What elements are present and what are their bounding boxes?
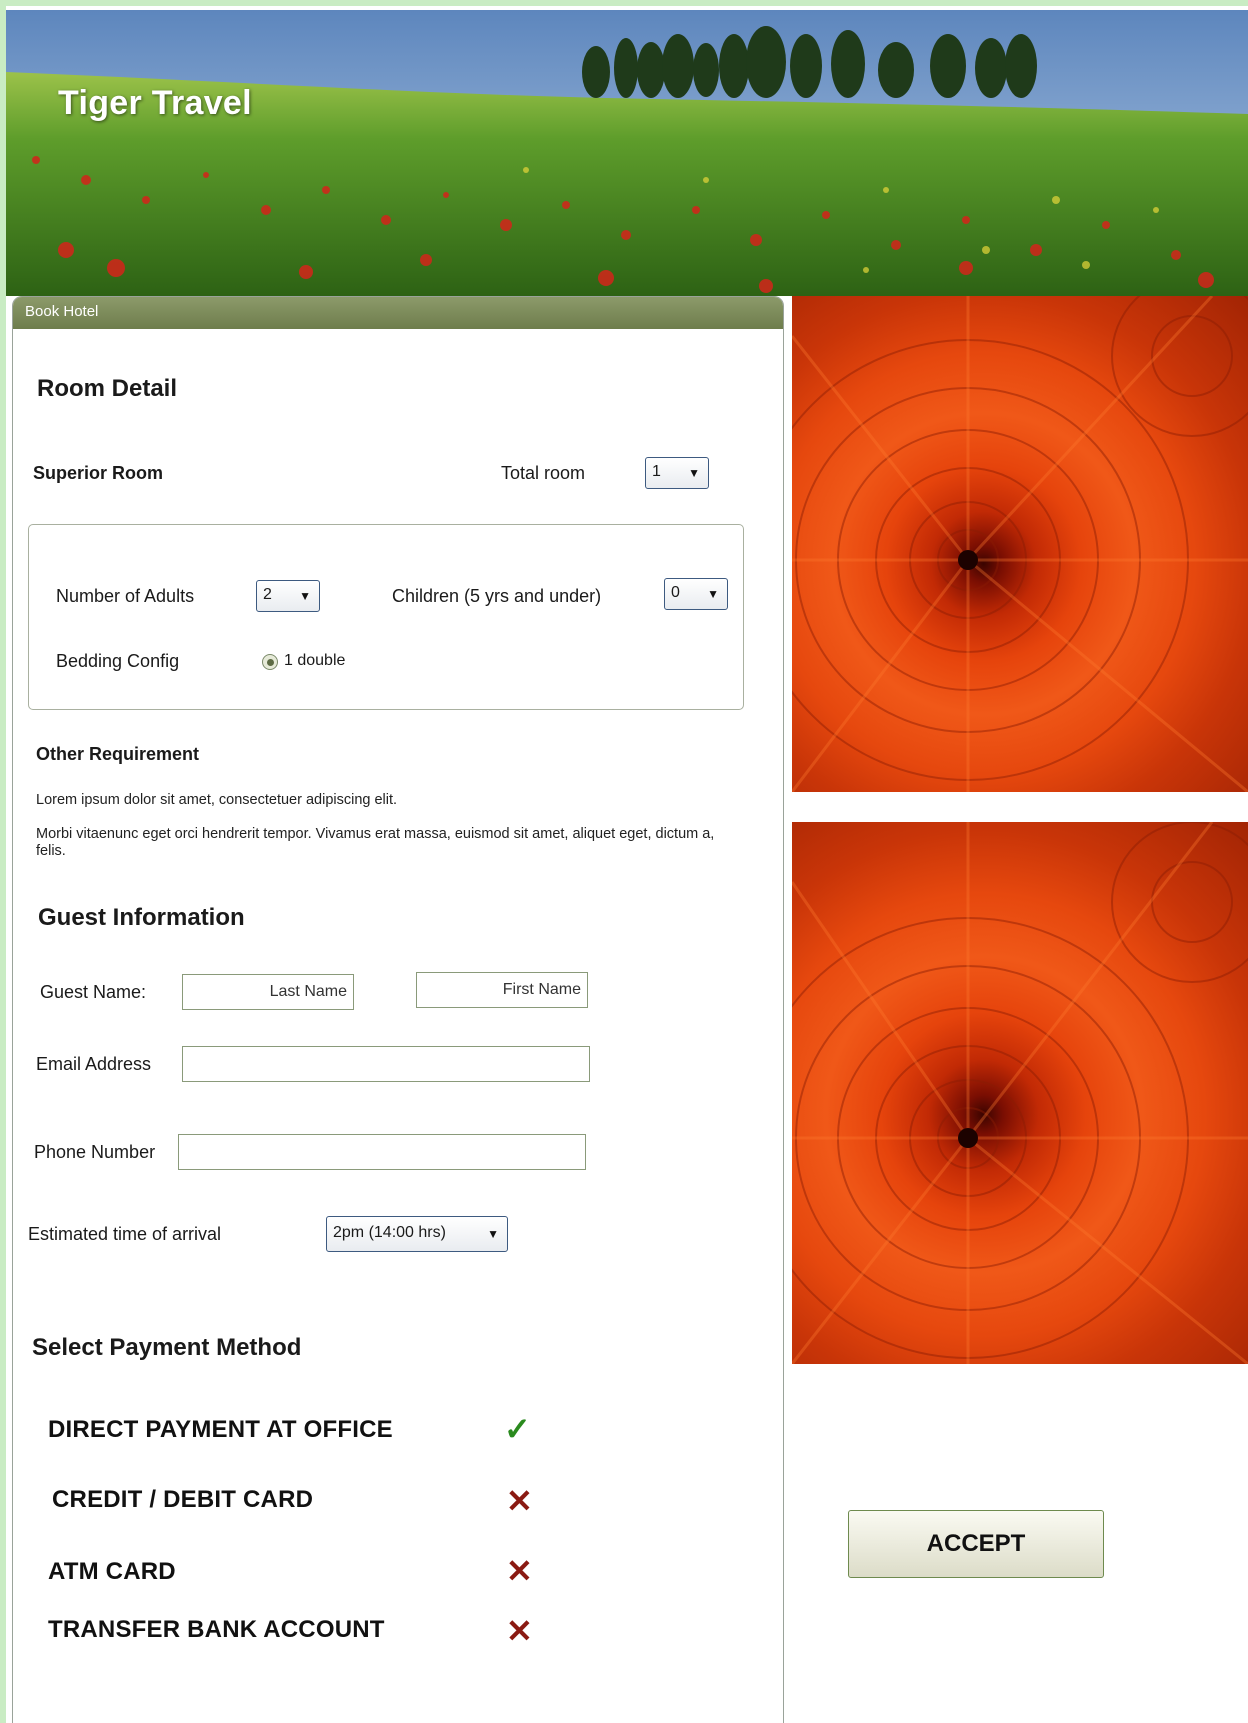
cross-icon: ✕ [506,1553,533,1589]
chevron-down-icon: ▼ [487,1227,499,1241]
first-name-input[interactable] [416,972,588,1008]
chevron-down-icon: ▼ [707,587,719,601]
payment-option-atm[interactable]: ATM CARD [48,1558,176,1586]
adults-select[interactable]: 2 ▼ [256,580,320,612]
flower-image [792,822,1248,1364]
total-room-label: Total room [501,463,586,483]
room-type-label: Superior Room [33,463,164,483]
arrival-value: 2pm (14:00 hrs) [333,1224,446,1241]
panel-header: Book Hotel [13,297,783,329]
check-icon: ✓ [504,1411,531,1447]
other-requirement-line-2: Morbi vitaenunc eget orci hendrerit temp… [36,826,715,859]
bedding-label: Bedding Config [56,651,180,671]
chevron-down-icon: ▼ [688,466,700,480]
bedding-radio[interactable] [262,654,278,670]
arrival-label: Estimated time of arrival [28,1224,222,1244]
adults-value: 2 [263,586,272,603]
last-name-input[interactable] [182,974,354,1010]
children-select[interactable]: 0 ▼ [664,578,728,610]
phone-label: Phone Number [34,1142,156,1162]
room-detail-heading: Room Detail [37,375,178,402]
occupancy-group [28,524,744,710]
total-room-select[interactable]: 1 ▼ [645,457,709,489]
other-requirement-heading: Other Requirement [36,744,200,764]
payment-option-card[interactable]: CREDIT / DEBIT CARD [52,1486,313,1514]
email-field[interactable] [182,1046,590,1082]
children-label: Children (5 yrs and under) [392,586,602,606]
accept-button[interactable]: ACCEPT [848,1510,1104,1578]
arrival-select[interactable]: 2pm (14:00 hrs) ▼ [326,1216,508,1252]
phone-field[interactable] [178,1134,586,1170]
cross-icon: ✕ [506,1483,533,1519]
header-banner: Tiger Travel [6,10,1248,296]
flower-image [792,296,1248,792]
payment-option-direct[interactable]: DIRECT PAYMENT AT OFFICE [48,1416,393,1444]
cross-icon: ✕ [506,1613,533,1649]
app-title: Tiger Travel [58,84,252,122]
children-value: 0 [671,584,680,601]
total-room-value: 1 [652,463,661,480]
guest-information-heading: Guest Information [38,904,245,931]
email-label: Email Address [36,1054,152,1074]
bedding-option-label: 1 double [284,652,346,669]
landscape-image [6,10,1248,296]
chevron-down-icon: ▼ [299,589,311,603]
guest-name-label: Guest Name: [40,982,147,1002]
other-requirement-line-1: Lorem ipsum dolor sit amet, consectetuer… [36,792,398,808]
payment-option-transfer[interactable]: TRANSFER BANK ACCOUNT [48,1616,385,1644]
adults-label: Number of Adults [56,586,195,606]
payment-method-heading: Select Payment Method [32,1334,302,1361]
